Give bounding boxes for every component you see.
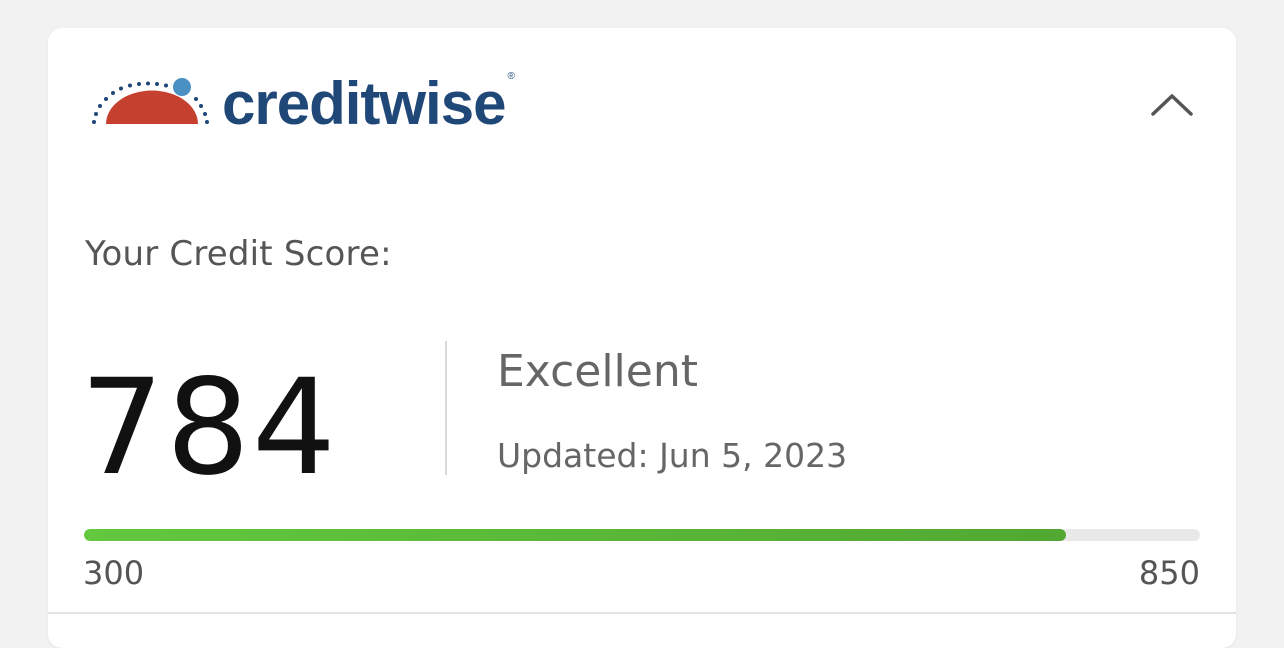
score-progress-track: [84, 529, 1200, 541]
vertical-divider: [445, 341, 447, 475]
creditwise-logo-icon: [92, 78, 209, 124]
credit-score-value: 784: [80, 351, 338, 505]
range-min-label: 300: [83, 554, 145, 592]
score-progress-fill: [84, 529, 1067, 541]
collapse-button[interactable]: [1150, 86, 1194, 122]
credit-score-label: Your Credit Score:: [85, 234, 392, 274]
updated-date: Updated: Jun 5, 2023: [497, 436, 848, 475]
registered-mark: ®: [507, 70, 515, 82]
credit-score-card: creditwise ® Your Credit Score: 784 Exce…: [48, 28, 1236, 648]
chevron-up-icon: [1151, 94, 1193, 116]
creditwise-logo: creditwise ®: [88, 70, 515, 137]
card-divider: [48, 612, 1236, 614]
range-max-label: 850: [1138, 554, 1200, 592]
score-rating: Excellent: [497, 346, 698, 397]
creditwise-wordmark: creditwise: [222, 70, 506, 137]
